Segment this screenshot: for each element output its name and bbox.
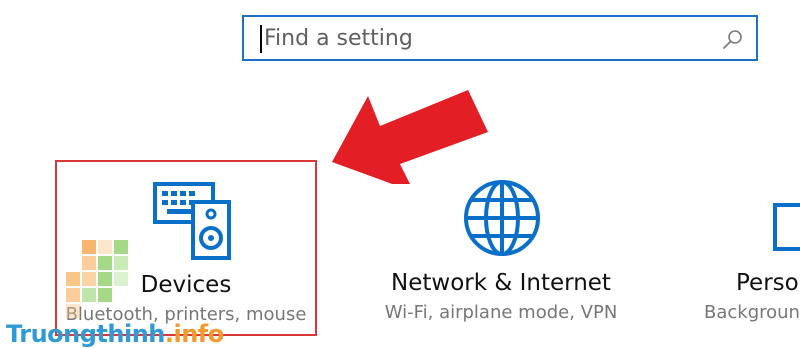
watermark-tld: .info — [164, 320, 224, 348]
globe-icon — [464, 180, 540, 256]
tile-network-subtitle: Wi-Fi, airplane mode, VPN — [384, 302, 618, 323]
personalization-icon — [773, 203, 800, 251]
search-input[interactable] — [264, 19, 704, 57]
watermark-text: Truongthinh.info — [6, 320, 224, 348]
tile-personalization[interactable]: Perso Backgroun — [700, 160, 800, 336]
tile-personalization-subtitle: Backgroun — [704, 302, 800, 323]
tile-devices[interactable]: Devices Bluetooth, printers, mouse — [55, 160, 317, 336]
tile-network-title: Network & Internet — [391, 270, 611, 296]
tile-personalization-title: Perso — [736, 270, 799, 296]
tile-network[interactable]: Network & Internet Wi-Fi, airplane mode,… — [370, 160, 632, 336]
text-cursor — [260, 25, 262, 53]
search-box[interactable] — [242, 15, 758, 61]
watermark-name: Truongthinh — [6, 320, 165, 348]
search-icon[interactable] — [722, 28, 744, 50]
tile-devices-title: Devices — [140, 272, 232, 298]
devices-icon — [153, 182, 231, 260]
